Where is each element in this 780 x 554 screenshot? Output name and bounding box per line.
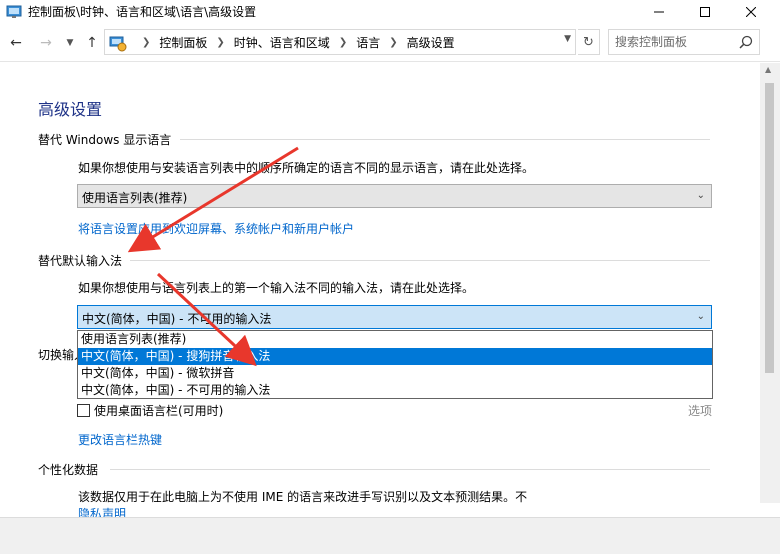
dropdown-option[interactable]: 使用语言列表(推荐) xyxy=(78,331,712,348)
close-button[interactable] xyxy=(728,0,774,24)
breadcrumb-item-control-panel[interactable]: 控制面板 xyxy=(159,34,207,51)
scrollbar-thumb[interactable] xyxy=(765,83,774,373)
vertical-scrollbar[interactable]: ▲ xyxy=(760,63,780,503)
close-icon xyxy=(746,7,756,17)
section-title-personalization: 个性化数据 xyxy=(38,463,99,477)
personalization-description: 该数据仅用于在此电脑上为不使用 IME 的语言来改进手写识别以及文本预测结果。不 xyxy=(78,490,528,504)
change-language-bar-hotkeys-link[interactable]: 更改语言栏热键 xyxy=(78,431,162,448)
display-language-description: 如果你想使用与安装语言列表中的顺序所确定的语言不同的显示语言，请在此处选择。 xyxy=(78,161,535,175)
minimize-button[interactable] xyxy=(636,0,682,24)
search-icon xyxy=(739,35,753,49)
chevron-down-icon: ▼ xyxy=(66,38,74,48)
title-bar: 控制面板\时钟、语言和区域\语言\高级设置 xyxy=(0,0,780,24)
control-panel-icon xyxy=(6,5,22,18)
section-divider xyxy=(130,260,710,261)
breadcrumb: ❯ 控制面板 ❯ 时钟、语言和区域 ❯ 语言 ❯ 高级设置 xyxy=(133,30,455,54)
breadcrumb-separator-icon: ❯ xyxy=(338,36,348,48)
page-title: 高级设置 xyxy=(38,100,103,119)
search-input[interactable] xyxy=(615,33,733,51)
input-method-select[interactable]: 中文(简体，中国) - 不可用的输入法 ⌄ xyxy=(77,305,712,329)
minimize-icon xyxy=(654,11,664,13)
scroll-up-icon[interactable]: ▲ xyxy=(765,65,771,74)
address-bar[interactable]: ❯ 控制面板 ❯ 时钟、语言和区域 ❯ 语言 ❯ 高级设置 ▼ xyxy=(104,29,576,55)
navigation-bar: ← → ▼ ↑ ❯ 控制面板 ❯ 时钟、语言和区域 ❯ 语言 ❯ 高级设置 ▼ … xyxy=(0,24,780,62)
display-language-select[interactable]: 使用语言列表(推荐) ⌄ xyxy=(77,184,712,208)
back-button[interactable]: ← xyxy=(6,33,26,53)
dropdown-option-highlighted[interactable]: 中文(简体，中国) - 搜狗拼音输入法 xyxy=(78,348,712,365)
breadcrumb-separator-icon: ❯ xyxy=(389,36,398,48)
input-method-dropdown-list: 使用语言列表(推荐) 中文(简体，中国) - 搜狗拼音输入法 中文(简体，中国)… xyxy=(77,330,713,399)
display-language-selected-value: 使用语言列表(推荐) xyxy=(82,191,188,205)
bottom-strip xyxy=(0,517,780,554)
section-divider xyxy=(110,469,710,470)
up-button[interactable]: ↑ xyxy=(82,33,102,53)
section-title-default-input-method: 替代默认输入法 xyxy=(38,254,123,268)
breadcrumb-item-advanced-settings[interactable]: 高级设置 xyxy=(407,34,455,51)
language-bar-options-link[interactable]: 选项 xyxy=(688,402,712,419)
input-method-description: 如果你想使用与语言列表上的第一个输入法不同的输入法，请在此处选择。 xyxy=(78,281,475,295)
maximize-icon xyxy=(700,7,710,17)
section-title-display-language: 替代 Windows 显示语言 xyxy=(38,133,172,147)
breadcrumb-separator-icon: ❯ xyxy=(142,36,151,48)
dropdown-option[interactable]: 中文(简体，中国) - 微软拼音 xyxy=(78,365,712,382)
recent-locations-button[interactable]: ▼ xyxy=(60,33,80,53)
breadcrumb-separator-icon: ❯ xyxy=(216,36,225,48)
content-area: 高级设置 替代 Windows 显示语言 如果你想使用与安装语言列表中的顺序所确… xyxy=(0,63,760,521)
breadcrumb-item-language[interactable]: 语言 xyxy=(356,34,380,51)
refresh-button[interactable]: ↻ xyxy=(578,29,600,55)
section-divider xyxy=(180,139,710,140)
arrow-left-icon: ← xyxy=(10,35,22,51)
control-panel-icon xyxy=(109,36,127,52)
search-box[interactable] xyxy=(608,29,760,55)
dropdown-option[interactable]: 中文(简体，中国) - 不可用的输入法 xyxy=(78,382,712,399)
maximize-button[interactable] xyxy=(682,0,728,24)
desktop-language-bar-checkbox[interactable] xyxy=(77,404,90,417)
arrow-right-icon: → xyxy=(40,35,52,51)
apply-language-settings-link[interactable]: 将语言设置应用到欢迎屏幕、系统帐户和新用户帐户 xyxy=(78,220,354,237)
address-dropdown-chevron-icon[interactable]: ▼ xyxy=(564,34,571,44)
chevron-down-icon: ⌄ xyxy=(696,190,705,201)
breadcrumb-item-clock-language-region[interactable]: 时钟、语言和区域 xyxy=(234,34,330,51)
refresh-icon: ↻ xyxy=(583,34,594,50)
chevron-down-icon: ⌄ xyxy=(696,311,705,322)
window-title: 控制面板\时钟、语言和区域\语言\高级设置 xyxy=(28,5,257,19)
arrow-up-icon: ↑ xyxy=(86,35,98,51)
input-method-selected-value: 中文(简体，中国) - 不可用的输入法 xyxy=(82,312,272,326)
forward-button[interactable]: → xyxy=(36,33,56,53)
desktop-language-bar-label: 使用桌面语言栏(可用时) xyxy=(94,404,224,418)
